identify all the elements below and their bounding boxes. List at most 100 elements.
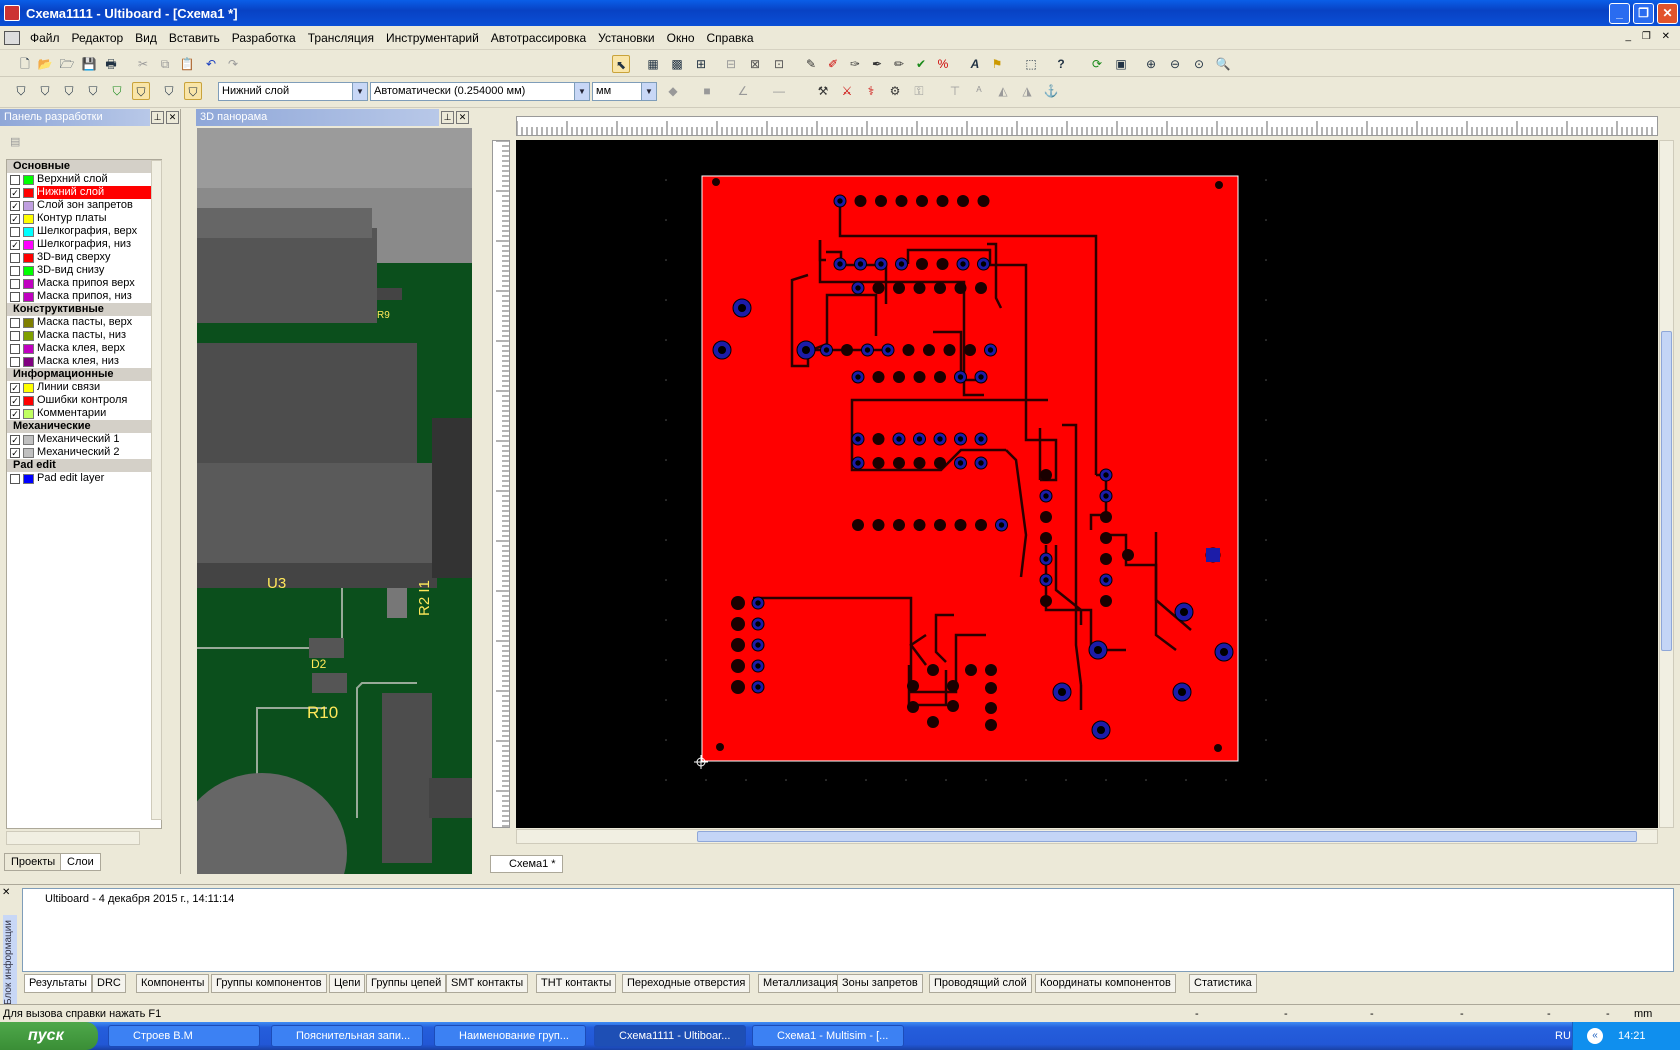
layer-row[interactable]: ✓ Нижний слой [7,186,161,199]
units-select[interactable]: мм ▼ [592,82,657,101]
output-tab[interactable]: Результаты [24,974,92,993]
pad[interactable] [731,638,745,652]
print-icon[interactable]: 🖶 [102,55,120,73]
task-explanatory-note[interactable]: Пояснительная запи... [271,1025,423,1047]
pad[interactable] [731,680,745,694]
square-pad[interactable] [1206,548,1220,562]
layer-checkbox[interactable] [10,174,20,185]
route-icon[interactable]: ⚒ [814,82,832,100]
maximize-button[interactable]: ❐ [1633,3,1654,24]
pad[interactable] [916,258,928,270]
layer-list-scrollbar[interactable] [151,160,162,820]
optimize-icon[interactable]: ⚙ [886,82,904,100]
pad[interactable] [923,344,935,356]
pad[interactable] [872,457,885,469]
panorama-3d-view[interactable]: R9 U3 R2 I1 D2 R10 [197,128,472,874]
menu-options[interactable]: Установки [592,31,660,45]
fill-icon[interactable]: ◆ [664,82,682,100]
output-tab[interactable]: Металлизация [758,974,843,993]
filter-active-icon[interactable]: ⛉ [132,82,150,100]
pad[interactable] [716,743,724,751]
pad[interactable] [841,344,853,356]
layer-row[interactable]: Шелкография, верх [7,225,161,238]
layer-checkbox[interactable]: ✓ [10,408,20,419]
minimize-button[interactable]: _ [1609,3,1630,24]
pad[interactable] [893,519,905,531]
pad[interactable] [934,519,946,531]
layer-row[interactable]: Маска клея, низ [7,355,161,368]
tray-chevron-icon[interactable]: « [1587,1028,1603,1044]
output-tab[interactable]: DRC [92,974,126,993]
pad[interactable] [1100,595,1112,607]
line-icon[interactable]: ✐ [824,55,842,73]
copy-icon[interactable]: ⧉ [156,55,174,73]
width-select[interactable]: Автоматически (0.254000 мм) ▼ [370,82,590,101]
layer-row[interactable]: Маска пасты, верх [7,316,161,329]
output-tab[interactable]: Проводящий слой [929,974,1032,993]
pad[interactable] [975,282,987,294]
pad[interactable] [957,195,969,207]
layer-row[interactable]: ✓ Контур платы [7,212,161,225]
anchor-icon[interactable]: ⚓ [1042,82,1060,100]
pad[interactable] [934,371,946,383]
open-folder-icon[interactable]: 🗁 [58,55,76,73]
color-icon[interactable]: ■ [698,82,716,100]
layer-checkbox[interactable]: ✓ [10,382,20,393]
menu-insert[interactable]: Вставить [163,31,226,45]
task-group-names[interactable]: Наименование груп... [434,1025,586,1047]
layer-group[interactable]: Конструктивные [7,303,161,316]
layer-checkbox[interactable] [10,226,20,237]
layer-group[interactable]: Основные [7,160,161,173]
output-tab[interactable]: Группы цепей [366,974,447,993]
filter-parts-icon[interactable]: ⛉ [36,82,54,100]
pad[interactable] [1215,181,1223,189]
redo-icon[interactable]: ↷ [224,55,242,73]
pcb-canvas[interactable] [516,140,1658,828]
panel-close-icon[interactable]: ✕ [166,111,179,124]
text-top-icon[interactable]: ⊤ [946,82,964,100]
layer-checkbox[interactable] [10,252,20,263]
pad[interactable] [975,519,987,531]
layer-row[interactable]: ✓ Механический 1 [7,433,161,446]
menu-window[interactable]: Окно [661,31,701,45]
pad[interactable] [902,344,915,356]
layer-group[interactable]: Информационные [7,368,161,381]
menu-transfer[interactable]: Трансляция [302,31,380,45]
rip-icon[interactable]: ⚕ [862,82,880,100]
pad[interactable] [936,195,949,207]
menu-file[interactable]: Файл [24,31,66,45]
menu-tools[interactable]: Инструментарий [380,31,485,45]
view-icon[interactable]: ▣ [1112,55,1130,73]
mirror-icon[interactable]: ◭ [994,82,1012,100]
pad[interactable] [872,371,885,383]
menu-edit[interactable]: Редактор [66,31,130,45]
pad[interactable] [854,195,867,207]
pad[interactable] [895,195,908,207]
zoom-window-icon[interactable]: ⊙ [1190,55,1208,73]
follow-me-icon[interactable]: ✑ [846,55,864,73]
task-stroev[interactable]: Строев В.М [108,1025,260,1047]
percent-icon[interactable]: % [934,55,952,73]
save-icon[interactable]: 💾 [80,55,98,73]
layer-checkbox[interactable] [10,265,20,276]
layer-group[interactable]: Механические [7,420,161,433]
output-tab[interactable]: Переходные отверстия [622,974,751,993]
open-icon[interactable]: 📂 [36,55,54,73]
pad[interactable] [1100,553,1112,565]
layer-checkbox[interactable] [10,473,20,484]
unroute-icon[interactable]: ⚔ [838,82,856,100]
canvas-vscroll-thumb[interactable] [1661,331,1672,651]
lock-icon[interactable]: ⚿ [910,82,928,100]
pad[interactable] [947,680,959,692]
canvas-hscroll[interactable] [516,829,1658,844]
text-size-icon[interactable]: ᴬ [970,82,988,100]
layer-checkbox[interactable]: ✓ [10,200,20,211]
layer-row[interactable]: Маска пасты, низ [7,329,161,342]
pad[interactable] [1122,549,1134,561]
layer-row[interactable]: Pad edit layer [7,472,161,485]
pad[interactable] [936,258,949,270]
output-tab[interactable]: SMT контакты [446,974,529,993]
output-tab[interactable]: Компоненты [136,974,210,993]
drc-icon[interactable]: ✔ [912,55,930,73]
pad[interactable] [852,519,864,531]
